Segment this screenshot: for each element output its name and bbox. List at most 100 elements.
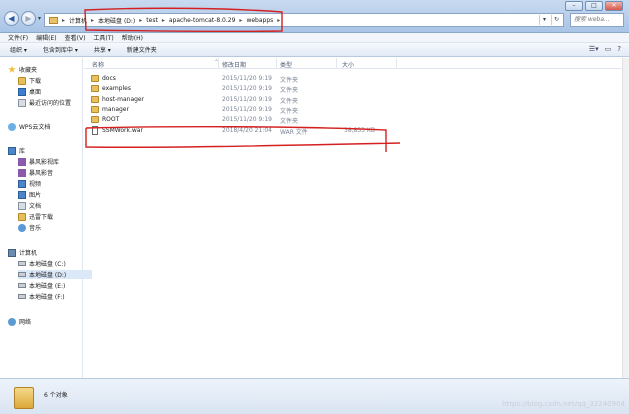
address-bar[interactable]: ▸ 计算机 ▸ 本地磁盘 (D:) ▸ test ▸ apache-tomcat…: [44, 13, 564, 27]
folder-icon: [91, 95, 99, 103]
column-divider[interactable]: [218, 58, 219, 69]
drive-icon: [18, 294, 26, 299]
minimize-button[interactable]: –: [565, 1, 583, 11]
breadcrumb-separator: ▸: [161, 16, 165, 24]
breadcrumb-separator: ▸: [239, 16, 243, 24]
file-row[interactable]: host-manager 2015/11/20 9:19 文件夹: [88, 95, 388, 105]
column-divider[interactable]: [396, 58, 397, 69]
organize-button[interactable]: 组织 ▾: [10, 45, 27, 54]
file-type: 文件夹: [280, 118, 299, 126]
computer-icon: [8, 248, 16, 257]
videos-icon: [18, 179, 26, 188]
column-size[interactable]: 大小: [342, 60, 354, 69]
sidebar-item-drive-f[interactable]: 本地磁盘 (F:): [18, 292, 65, 301]
file-type: WAR 文件: [280, 128, 308, 136]
sidebar-item-drive-e[interactable]: 本地磁盘 (E:): [18, 281, 65, 290]
sidebar-label: 桌面: [29, 89, 42, 96]
include-in-library-button[interactable]: 包含到库中 ▾: [43, 45, 78, 54]
sidebar-item-music[interactable]: 音乐: [18, 223, 41, 232]
file-row[interactable]: examples 2015/11/20 9:19 文件夹: [88, 84, 388, 94]
file-row[interactable]: docs 2015/11/20 9:19 文件夹: [88, 74, 388, 84]
title-bar: – □ ✕ ◀ ▶ ▾ ▸ 计算机 ▸ 本地磁盘 (D:) ▸ test ▸ a…: [0, 0, 629, 33]
file-modified: 2015/11/20 9:19: [222, 105, 272, 113]
menu-file[interactable]: 文件(F): [8, 33, 28, 42]
sidebar-item-documents[interactable]: 文档: [18, 201, 41, 210]
video-library-icon: [18, 157, 26, 166]
star-icon: [8, 65, 16, 73]
sidebar-label: 下载: [29, 78, 42, 85]
recent-places-icon: [18, 98, 26, 107]
column-type[interactable]: 类型: [280, 60, 292, 69]
sidebar-item-baofeng-library[interactable]: 暴风影视库: [18, 157, 59, 166]
file-row[interactable]: manager 2015/11/20 9:19 文件夹: [88, 105, 388, 115]
breadcrumb-separator: ▸: [139, 16, 143, 24]
sidebar-item-thunder-downloads[interactable]: 迅雷下载: [18, 212, 53, 221]
file-type: 文件夹: [280, 107, 299, 115]
network-icon: [8, 317, 16, 326]
folder-icon: [91, 75, 99, 82]
file-name: SSMWork.war: [102, 126, 143, 134]
sidebar-computer[interactable]: 计算机: [8, 248, 37, 257]
documents-icon: [18, 201, 26, 210]
sidebar-label: 计算机: [19, 250, 38, 257]
breadcrumb-tomcat[interactable]: apache-tomcat-8.0.29: [169, 17, 236, 24]
breadcrumb-drive-d[interactable]: 本地磁盘 (D:): [98, 16, 135, 25]
forward-button[interactable]: ▶: [21, 11, 36, 26]
sidebar-library[interactable]: 库: [8, 146, 25, 155]
sidebar-favorites[interactable]: 收藏夹: [8, 65, 37, 74]
sidebar-item-pictures[interactable]: 图片: [18, 190, 41, 199]
menu-help[interactable]: 帮助(H): [122, 33, 143, 42]
sidebar-network[interactable]: 网络: [8, 317, 31, 326]
vertical-scrollbar[interactable]: [622, 58, 629, 378]
chevron-down-icon[interactable]: ▾: [539, 15, 549, 25]
pictures-icon: [18, 190, 26, 199]
share-button[interactable]: 共享 ▾: [94, 45, 111, 54]
menu-tools[interactable]: 工具(T): [93, 33, 113, 42]
sidebar-item-recent[interactable]: 最近访问的位置: [18, 98, 71, 107]
sidebar-item-downloads[interactable]: 下载: [18, 76, 41, 85]
file-modified: 2015/11/20 9:19: [222, 95, 272, 103]
sidebar-wps-cloud[interactable]: WPS云文档: [8, 122, 50, 131]
help-icon[interactable]: ?: [617, 45, 621, 53]
refresh-icon[interactable]: ↻: [551, 15, 561, 25]
sidebar-label: 最近访问的位置: [29, 100, 72, 107]
drive-icon: [18, 261, 26, 266]
maximize-button[interactable]: □: [585, 1, 603, 11]
media-player-icon: [18, 168, 26, 177]
drive-icon: [18, 272, 26, 277]
view-controls: ☰▾ ▭ ?: [589, 45, 621, 53]
file-row[interactable]: ROOT 2015/11/20 9:19 文件夹: [88, 115, 388, 125]
file-type: 文件夹: [280, 97, 299, 105]
sidebar-item-desktop[interactable]: 桌面: [18, 87, 41, 96]
sidebar-item-drive-c[interactable]: 本地磁盘 (C:): [18, 259, 66, 268]
sidebar-label: 本地磁盘 (D:): [29, 272, 67, 279]
downloads-folder-icon: [18, 76, 26, 85]
new-folder-button[interactable]: 新建文件夹: [127, 45, 157, 54]
sidebar-item-baofeng-player[interactable]: 暴风影音: [18, 168, 53, 177]
sidebar-item-drive-d[interactable]: 本地磁盘 (D:): [18, 270, 93, 279]
column-name[interactable]: 名称: [92, 60, 104, 69]
file-type: 文件夹: [280, 77, 299, 84]
menu-bar: 文件(F) 编辑(E) 查看(V) 工具(T) 帮助(H): [0, 33, 629, 43]
preview-pane-icon[interactable]: ▭: [605, 45, 612, 53]
sidebar-label: WPS云文档: [19, 124, 51, 131]
menu-view[interactable]: 查看(V): [65, 33, 86, 42]
file-name: docs: [102, 75, 116, 82]
breadcrumb-computer[interactable]: 计算机: [69, 16, 87, 25]
folder-icon: [91, 85, 99, 93]
file-row[interactable]: SSMWork.war 2018/4/20 21:04 WAR 文件 38,853 K…: [88, 125, 388, 136]
menu-edit[interactable]: 编辑(E): [36, 33, 56, 42]
back-button[interactable]: ◀: [4, 11, 19, 26]
column-modified[interactable]: 修改日期: [222, 60, 246, 69]
cloud-icon: [8, 122, 16, 131]
column-divider[interactable]: [276, 58, 277, 69]
sidebar-item-videos[interactable]: 视频: [18, 179, 41, 188]
breadcrumb-webapps[interactable]: webapps: [246, 17, 273, 24]
close-button[interactable]: ✕: [605, 1, 623, 11]
sidebar-label: 库: [19, 148, 26, 155]
search-input[interactable]: 搜索 weba...: [570, 13, 624, 27]
column-divider[interactable]: [336, 58, 337, 69]
breadcrumb-test[interactable]: test: [146, 17, 158, 24]
view-options-icon[interactable]: ☰▾: [589, 45, 599, 53]
sidebar-label: 本地磁盘 (F:): [29, 294, 65, 301]
